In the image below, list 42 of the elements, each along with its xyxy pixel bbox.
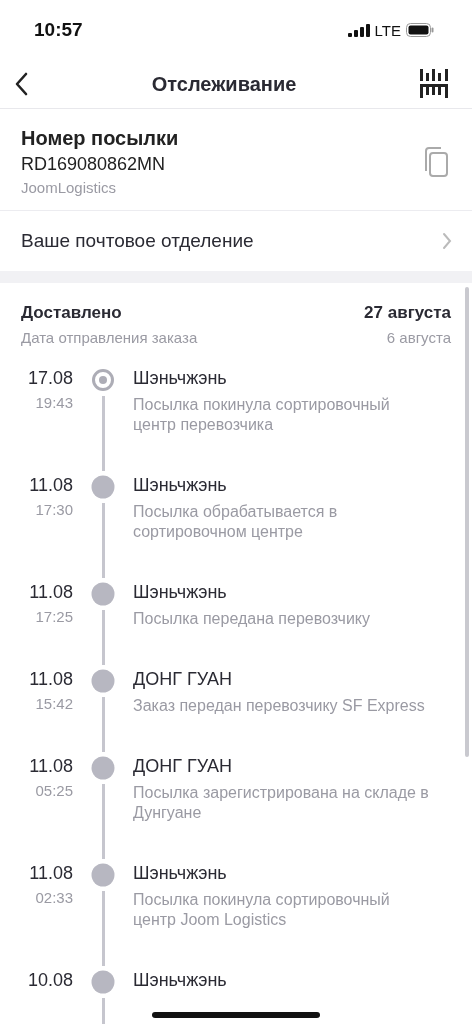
- event-description: Посылка передана перевозчику: [133, 609, 371, 629]
- battery-icon: [406, 23, 434, 37]
- event-city: ДОНГ ГУАН: [133, 756, 233, 777]
- event-city: Шэньчжэнь: [133, 475, 228, 496]
- event-date: 10.08: [27, 970, 73, 991]
- post-office-row[interactable]: Ваше почтовое отделение: [0, 211, 472, 271]
- tracking-number: RD169080862MN: [21, 154, 167, 175]
- signal-icon: [347, 23, 370, 37]
- delivery-status: Доставлено: [21, 303, 122, 323]
- event-time: 17:25: [35, 608, 73, 625]
- event-date: 11.08: [29, 756, 73, 777]
- parcel-heading: Номер посылки: [21, 127, 179, 150]
- event-date: 11.08: [29, 669, 73, 690]
- event-date: 11.08: [29, 582, 73, 603]
- event-time: 05:25: [35, 782, 73, 799]
- event-date: 11.08: [29, 863, 73, 884]
- screen-title: Отслеживание: [151, 72, 297, 96]
- event-time: 02:33: [35, 889, 73, 906]
- status-time: 10:57: [34, 19, 83, 41]
- carrier-name: JoomLogistics: [21, 179, 118, 196]
- event-city: Шэньчжэнь: [133, 863, 228, 884]
- event-time: 19:43: [35, 394, 73, 411]
- event-time: 15:42: [35, 695, 73, 712]
- event-description: Заказ передан перевозчику SF Express: [133, 696, 426, 716]
- event-description: Посылка покинула сортировочный центр перевозчика: [133, 395, 391, 435]
- event-date: 17.08: [27, 368, 73, 389]
- event-city: Шэньчжэнь: [133, 368, 228, 389]
- event-time: 17:30: [35, 501, 73, 518]
- event-city: Шэньчжэнь: [133, 970, 228, 991]
- delivery-date: 27 августа: [364, 303, 451, 323]
- event-city: Шэньчжэнь: [133, 582, 228, 603]
- sent-date: 6 августа: [386, 329, 451, 346]
- event-description: Посылка покинула сортировочный центр Joom Logistics: [133, 890, 391, 930]
- chevron-icon: [442, 232, 452, 250]
- event-date: 11.08: [29, 475, 73, 496]
- sent-label: Дата отправления заказа: [21, 329, 198, 346]
- barcode-icon[interactable]: [420, 69, 450, 99]
- network-label: LTE: [374, 21, 401, 39]
- event-description: Посылка зарегистрирована на складе в Дунгуане: [133, 783, 430, 823]
- event-description: Посылка обрабатывается в сортировочном центре: [133, 502, 339, 542]
- back-icon[interactable]: [14, 72, 28, 96]
- event-city: ДОНГ ГУАН: [133, 669, 233, 690]
